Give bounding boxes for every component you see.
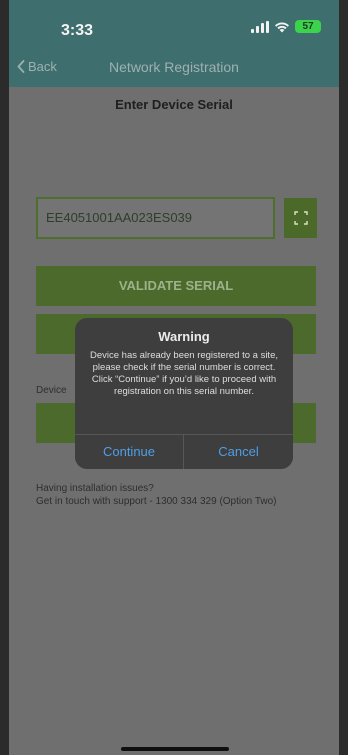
continue-button[interactable]: Continue [75,435,183,469]
cancel-button[interactable]: Cancel [184,435,293,469]
page-title: Network Registration [109,59,239,75]
home-indicator[interactable] [121,747,229,751]
scan-icon [293,211,308,225]
dialog-message: Device has already been registered to a … [90,350,278,397]
status-time: 3:33 [61,22,94,39]
device-label: Device [36,385,67,396]
section-subtitle: Enter Device Serial [115,97,233,112]
serial-input[interactable]: EE4051001AA023ES039 [36,197,275,239]
validate-serial-button[interactable]: VALIDATE SERIAL [36,266,316,306]
wifi-icon [275,22,289,32]
phone-screen: 3:33 57 Back Network Registration Enter … [9,0,339,755]
battery-indicator: 57 [295,20,321,33]
dialog-title: Warning [158,329,210,344]
signal-icon [251,20,269,33]
support-info: Having installation issues? Get in touch… [36,482,277,508]
scan-button[interactable] [284,198,317,238]
status-icons: 57 [251,20,321,33]
header: 3:33 57 Back Network Registration [9,0,339,87]
help-line-1: Having installation issues? [36,483,154,494]
help-line-2: Get in touch with support - 1300 334 329… [36,496,277,507]
warning-dialog: Warning Device has already been register… [75,318,293,469]
